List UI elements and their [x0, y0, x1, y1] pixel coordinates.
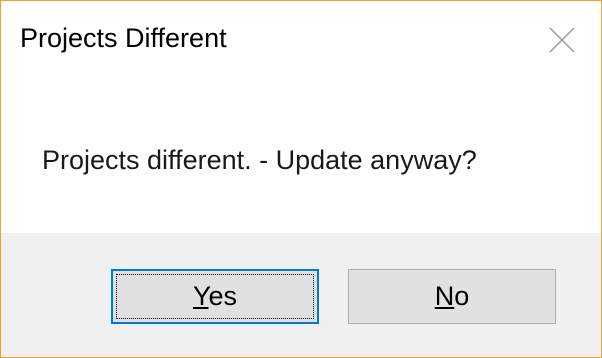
dialog-title: Projects Different [20, 23, 227, 53]
close-button[interactable] [523, 1, 601, 79]
no-mnemonic: N [434, 281, 455, 311]
title-bar: Projects Different [1, 1, 601, 79]
button-bar: Yes No [1, 233, 601, 357]
dialog-message: Projects different. - Update anyway? [42, 145, 477, 175]
yes-mnemonic: Y [192, 281, 209, 311]
no-button-label: No [435, 281, 470, 312]
yes-label-rest: es [208, 281, 238, 311]
dialog-window: Projects Different Projects different. -… [0, 0, 602, 358]
close-icon [549, 27, 575, 53]
no-label-rest: o [454, 281, 470, 311]
yes-button[interactable]: Yes [111, 269, 319, 324]
yes-button-label: Yes [193, 281, 237, 312]
no-button[interactable]: No [348, 269, 556, 324]
dialog-content: Projects different. - Update anyway? [1, 79, 601, 233]
